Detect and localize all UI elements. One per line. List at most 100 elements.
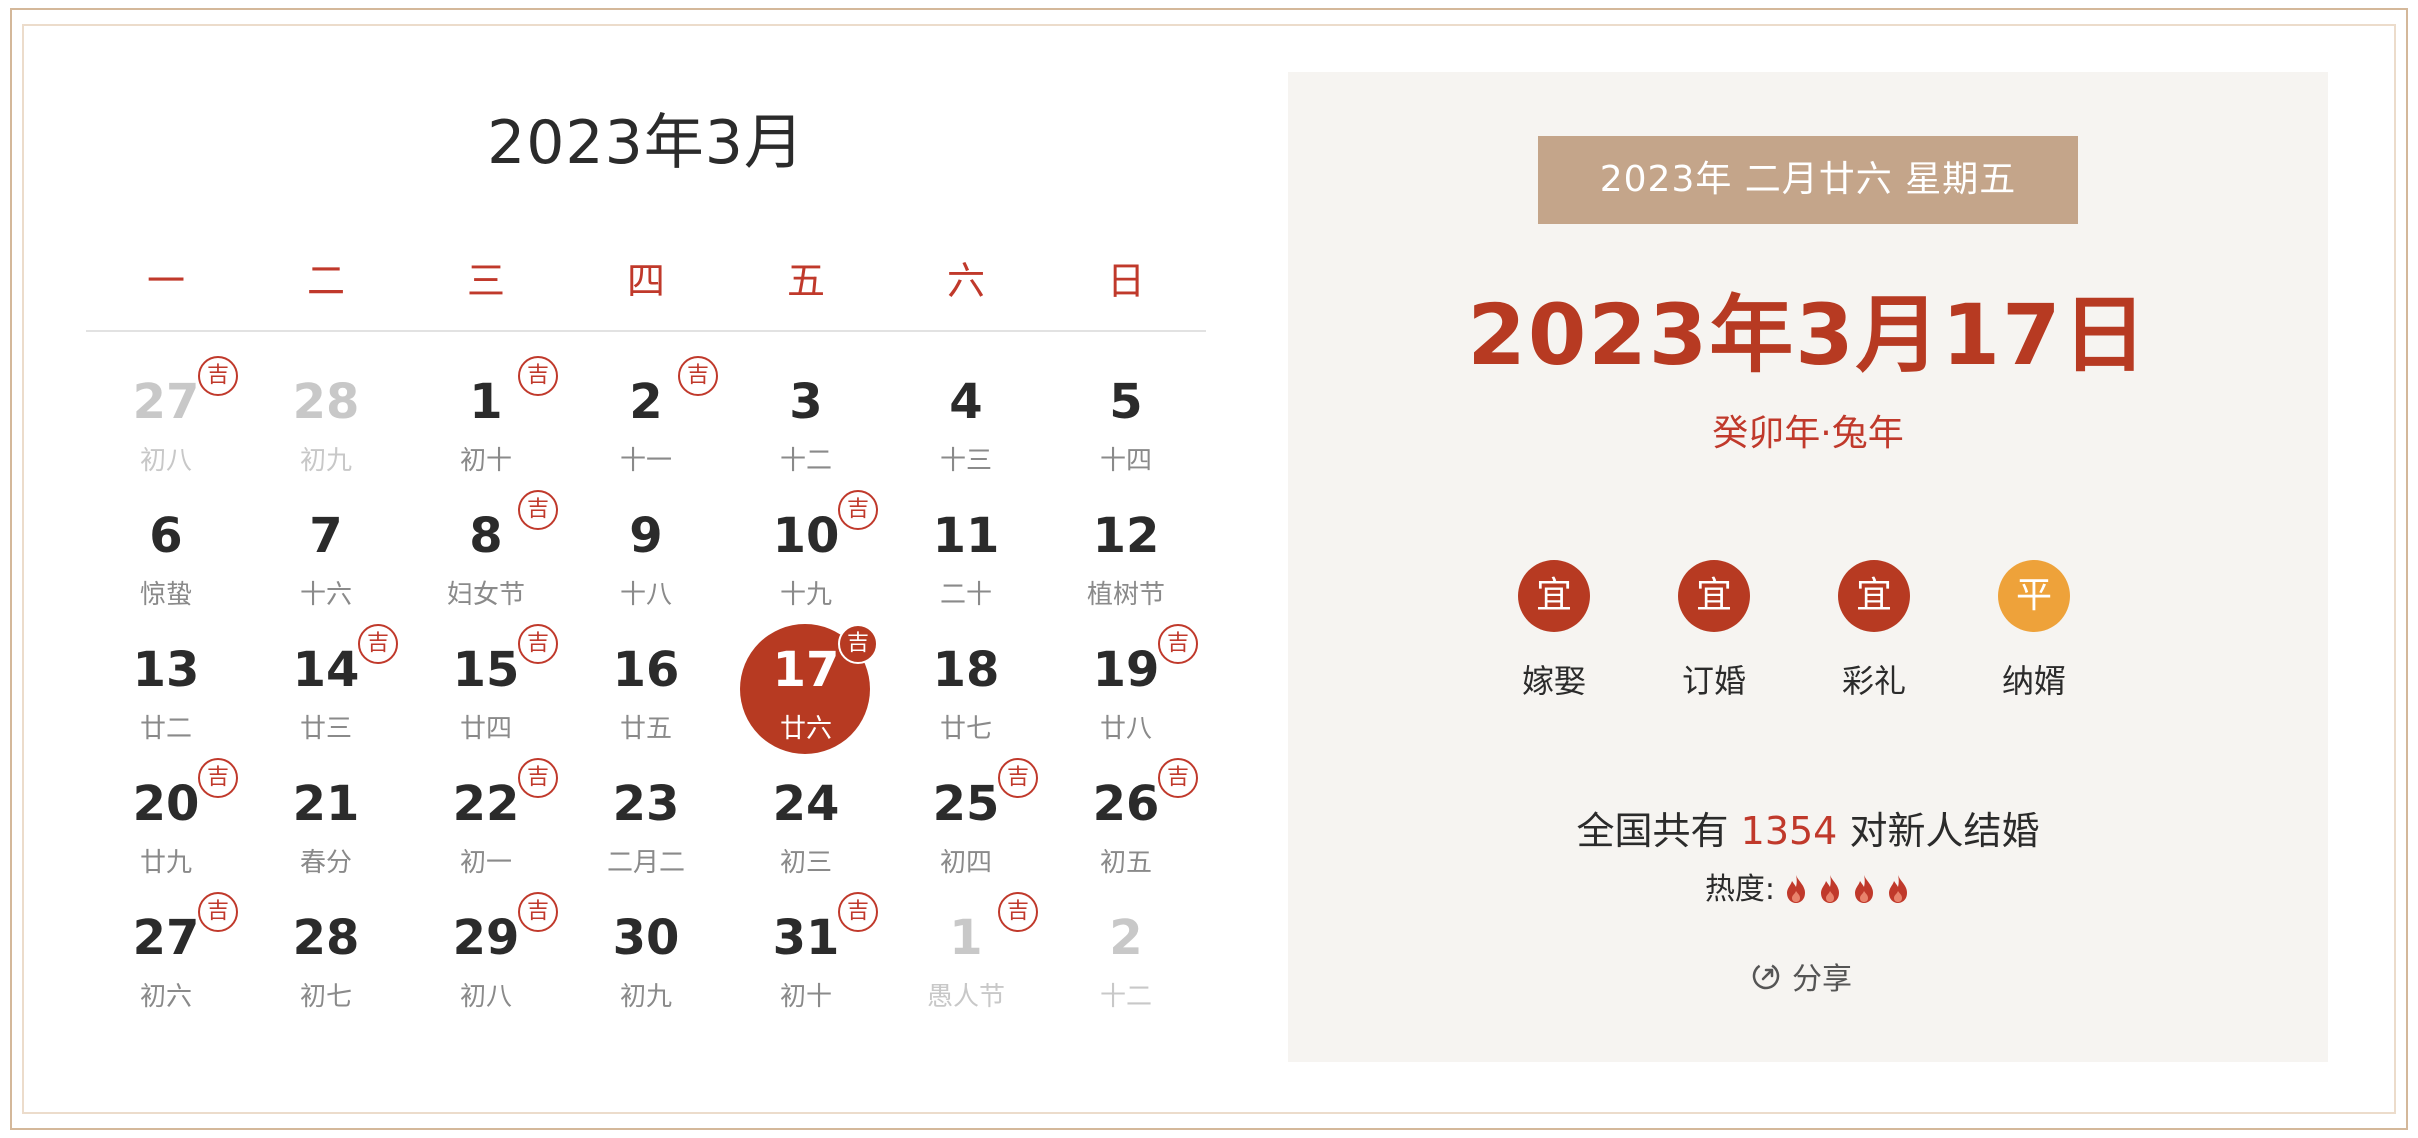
calendar-day[interactable]: 31 初十吉	[726, 892, 886, 1030]
calendar-day[interactable]: 26 初五吉	[1046, 758, 1206, 896]
day-number: 13	[132, 642, 200, 698]
day-number: 23	[612, 776, 680, 832]
calendar-day[interactable]: 1 愚人节吉	[886, 892, 1046, 1030]
month-calendar: 2023年3月 一二三四五六日 27 初八吉 28 初九 1 初十吉 2 十一吉 3 十二 4 十三 5…	[86, 80, 1206, 1040]
activity-item[interactable]: 宜嫁娶	[1494, 560, 1614, 700]
day-number: 28	[292, 910, 360, 966]
lunar-date: 廿五	[619, 714, 672, 744]
day-number: 28	[292, 374, 360, 430]
auspicious-badge: 宜	[1678, 560, 1750, 632]
lunar-date: 初四	[939, 848, 992, 878]
calendar-day[interactable]: 21 春分	[246, 762, 406, 896]
share-button[interactable]: 分享	[1750, 954, 1880, 1000]
lunar-date: 初五	[1099, 848, 1152, 878]
activity-item[interactable]: 宜彩礼	[1814, 560, 1934, 700]
calendar-day[interactable]: 30 初九	[566, 896, 726, 1030]
day-number: 3	[789, 374, 823, 430]
day-number: 21	[292, 776, 360, 832]
calendar-day[interactable]: 27 初八吉	[86, 356, 246, 494]
ji-badge-icon: 吉	[518, 356, 558, 396]
lunar-date: 春分	[299, 848, 352, 878]
ji-badge-icon: 吉	[198, 356, 238, 396]
count-prefix: 全国共有	[1576, 809, 1741, 853]
calendar-day[interactable]: 3 十二	[726, 360, 886, 494]
calendar-day[interactable]: 4 十三	[886, 360, 1046, 494]
calendar-day[interactable]: 25 初四吉	[886, 758, 1046, 896]
lunar-date: 初六	[139, 982, 192, 1012]
weekday-header: 一二三四五六日	[86, 250, 1206, 310]
calendar-day[interactable]: 5 十四	[1046, 360, 1206, 494]
activity-item[interactable]: 平纳婿	[1974, 560, 2094, 700]
lunar-date: 妇女节	[446, 580, 525, 610]
lunar-date: 初八	[139, 446, 192, 476]
lunar-date: 初十	[779, 982, 832, 1012]
activity-item[interactable]: 宜订婚	[1654, 560, 1774, 700]
calendar-day[interactable]: 24 初三	[726, 762, 886, 896]
calendar-day[interactable]: 2 十一吉	[566, 356, 726, 494]
weekday-label: 三	[466, 259, 505, 303]
calendar-day[interactable]: 12 植树节	[1046, 494, 1206, 628]
activity-label: 嫁娶	[1521, 662, 1586, 700]
calendar-day[interactable]: 1 初十吉	[406, 356, 566, 494]
calendar-day[interactable]: 2 十二	[1046, 896, 1206, 1030]
day-number: 30	[612, 910, 680, 966]
calendar-day[interactable]: 27 初六吉	[86, 892, 246, 1030]
day-number: 7	[309, 508, 343, 564]
calendar-day[interactable]: 7 十六	[246, 494, 406, 628]
calendar-day[interactable]: 8 妇女节吉	[406, 490, 566, 628]
calendar-day[interactable]: 18 廿七	[886, 628, 1046, 762]
calendar-day[interactable]: 28 初九	[246, 360, 406, 494]
ji-badge-icon: 吉	[518, 490, 558, 530]
ji-badge-icon: 吉	[1158, 624, 1198, 664]
calendar-day[interactable]: 10 十九吉	[726, 490, 886, 628]
lunar-date: 十六	[299, 580, 352, 610]
calendar-day[interactable]: 6 惊蛰	[86, 494, 246, 628]
calendar-day[interactable]: 19 廿八吉	[1046, 624, 1206, 762]
calendar-day[interactable]: 13 廿二	[86, 628, 246, 762]
lunar-date: 初一	[459, 848, 512, 878]
calendar-day[interactable]: 9 十八	[566, 494, 726, 628]
calendar-day[interactable]: 16 廿五	[566, 628, 726, 762]
calendar-day[interactable]: 14 廿三吉	[246, 624, 406, 762]
flame-icon	[1889, 875, 1908, 903]
share-label: 分享	[1792, 962, 1852, 997]
flame-icon	[1787, 875, 1806, 903]
day-number: 11	[932, 508, 1000, 564]
neutral-badge: 平	[1998, 560, 2070, 632]
weekday-label: 一	[146, 259, 185, 303]
day-number: 18	[932, 642, 1000, 698]
calendar-day[interactable]: 15 廿四吉	[406, 624, 566, 762]
calendar-day[interactable]: 23 二月二	[566, 762, 726, 896]
day-detail-panel: 2023年 二月廿六 星期五 2023年3月17日 癸卯年·兔年 宜嫁娶宜订婚宜…	[1288, 72, 2328, 1062]
calendar-day[interactable]: 11 二十	[886, 494, 1046, 628]
ji-badge-icon: 吉	[838, 892, 878, 932]
calendar-day[interactable]: 20 廿九吉	[86, 758, 246, 896]
ji-badge-icon: 吉	[518, 892, 558, 932]
calendar-title: 2023年3月	[487, 108, 805, 178]
calendar-day[interactable]: 28 初七	[246, 896, 406, 1030]
ji-badge-icon: 吉	[198, 758, 238, 798]
lunar-date: 初七	[299, 982, 352, 1012]
ji-badge-icon: 吉	[518, 758, 558, 798]
lunar-date: 十一	[619, 446, 672, 476]
flame-icon	[1821, 875, 1840, 903]
calendar-day[interactable]: 22 初一吉	[406, 758, 566, 896]
lunar-date: 十九	[779, 580, 832, 610]
calendar-day[interactable]: 29 初八吉	[406, 892, 566, 1030]
day-number: 24	[772, 776, 840, 832]
count-value: 1354	[1740, 809, 1838, 853]
activity-label: 订婚	[1681, 662, 1746, 700]
lunar-date: 愚人节	[926, 982, 1005, 1012]
lunar-date: 植树节	[1086, 580, 1165, 610]
lunar-date: 初九	[619, 982, 672, 1012]
heat-label: 热度:	[1704, 872, 1776, 907]
flame-icon	[1855, 875, 1874, 903]
day-number: 6	[149, 508, 183, 564]
lunar-date: 廿八	[1099, 714, 1152, 744]
ji-badge-icon: 吉	[518, 624, 558, 664]
ji-badge-icon: 吉	[1158, 758, 1198, 798]
ji-badge-icon: 吉	[678, 356, 718, 396]
weekday-label: 二	[306, 259, 345, 303]
share-icon	[1752, 962, 1780, 990]
calendar-day-selected[interactable]: 17 廿六吉	[726, 624, 886, 762]
